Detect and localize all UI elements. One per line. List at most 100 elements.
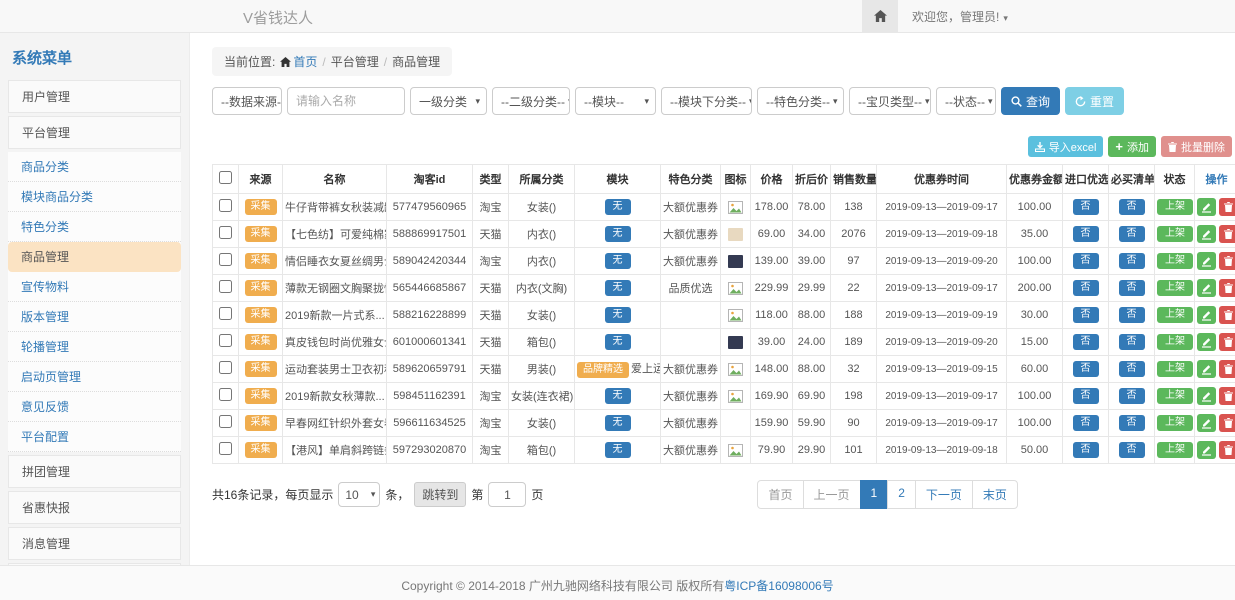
- page-jump-input[interactable]: [488, 482, 526, 507]
- source-cell: 采集: [239, 275, 283, 302]
- filter-select[interactable]: --宝贝类型--▾: [849, 87, 931, 115]
- sidebar-group[interactable]: 用户管理: [8, 80, 181, 113]
- page-button[interactable]: 上一页: [803, 480, 861, 509]
- page-button[interactable]: 下一页: [915, 480, 973, 509]
- filter-select[interactable]: --特色分类--▾: [757, 87, 844, 115]
- edit-button[interactable]: [1197, 414, 1216, 432]
- sidebar-group[interactable]: 平台管理: [8, 116, 181, 149]
- sidebar-item[interactable]: 平台配置: [8, 422, 181, 452]
- edit-button[interactable]: [1197, 441, 1216, 459]
- status-cell: 上架: [1155, 410, 1195, 437]
- delete-button[interactable]: [1219, 279, 1235, 297]
- edit-button[interactable]: [1197, 306, 1216, 324]
- delete-button[interactable]: [1219, 306, 1235, 324]
- filter-select[interactable]: --二级分类--▾: [492, 87, 570, 115]
- sidebar-item[interactable]: 轮播管理: [8, 332, 181, 362]
- sidebar-menu: 用户管理平台管理商品分类模块商品分类特色分类商品管理宣传物料版本管理轮播管理启动…: [8, 80, 181, 565]
- filter-select[interactable]: --模块--▾: [575, 87, 656, 115]
- imported-badge: 否: [1073, 253, 1099, 269]
- edit-button[interactable]: [1197, 279, 1216, 297]
- delete-button[interactable]: [1219, 441, 1235, 459]
- category-cell: 内衣(): [509, 248, 575, 275]
- delete-button[interactable]: [1219, 387, 1235, 405]
- user-menu[interactable]: 欢迎您，管理员!▾: [912, 8, 1008, 25]
- footer: Copyright © 2014-2018 广州九驰网络科技有限公司 版权所有粤…: [0, 565, 1235, 600]
- edit-button[interactable]: [1197, 333, 1216, 351]
- select-all-checkbox[interactable]: [219, 171, 232, 184]
- delete-button[interactable]: [1219, 225, 1235, 243]
- source-cell: 采集: [239, 302, 283, 329]
- delete-button[interactable]: [1219, 414, 1235, 432]
- add-button[interactable]: + 添加: [1108, 136, 1156, 157]
- reset-button[interactable]: 重置: [1065, 87, 1124, 115]
- import-excel-button[interactable]: 导入excel: [1028, 136, 1104, 157]
- delete-button[interactable]: [1219, 360, 1235, 378]
- sidebar-item[interactable]: 版本管理: [8, 302, 181, 332]
- column-header: 所属分类: [509, 165, 575, 194]
- row-checkbox[interactable]: [219, 334, 232, 347]
- delete-button[interactable]: [1219, 333, 1235, 351]
- sidebar-item[interactable]: 启动页管理: [8, 362, 181, 392]
- row-checkbox[interactable]: [219, 199, 232, 212]
- sidebar-item[interactable]: 宣传物料: [8, 272, 181, 302]
- module-cell: 无: [575, 329, 661, 356]
- row-checkbox[interactable]: [219, 253, 232, 266]
- edit-icon: [1201, 364, 1212, 375]
- jump-button[interactable]: 跳转到: [414, 482, 466, 507]
- page-button[interactable]: 末页: [972, 480, 1018, 509]
- row-checkbox[interactable]: [219, 442, 232, 455]
- page-button[interactable]: 首页: [757, 480, 803, 509]
- batch-delete-button[interactable]: 批量删除: [1161, 136, 1232, 157]
- breadcrumb-home-link[interactable]: 首页: [280, 53, 317, 70]
- edit-button[interactable]: [1197, 252, 1216, 270]
- edit-button[interactable]: [1197, 225, 1216, 243]
- sidebar-item[interactable]: 意见反馈: [8, 392, 181, 422]
- sidebar-item[interactable]: 商品分类: [8, 152, 181, 182]
- module-badge: 无: [605, 226, 631, 242]
- sidebar-item[interactable]: 模块商品分类: [8, 182, 181, 212]
- coupon-time-cell: 2019-09-13—2019-09-17: [877, 410, 1007, 437]
- delete-button[interactable]: [1219, 198, 1235, 216]
- actions-bar: 导入excel + 添加 批量删除: [212, 136, 1232, 157]
- page-button[interactable]: 1: [860, 480, 889, 509]
- reset-button-label: 重置: [1090, 93, 1114, 110]
- image-placeholder-icon: [728, 201, 743, 214]
- taoke-id-cell: 601000601341: [387, 329, 473, 356]
- delete-button[interactable]: [1219, 252, 1235, 270]
- page-button[interactable]: 2: [887, 480, 916, 509]
- row-checkbox[interactable]: [219, 307, 232, 320]
- status-badge: 上架: [1157, 388, 1193, 404]
- icon-cell: [721, 410, 751, 437]
- row-checkbox[interactable]: [219, 280, 232, 293]
- row-checkbox[interactable]: [219, 415, 232, 428]
- sidebar-group[interactable]: 省惠快报: [8, 491, 181, 524]
- sidebar-group[interactable]: 消息管理: [8, 527, 181, 560]
- search-input[interactable]: [287, 87, 405, 115]
- edit-button[interactable]: [1197, 198, 1216, 216]
- home-button[interactable]: [862, 0, 898, 32]
- source-badge: 采集: [245, 334, 277, 350]
- row-checkbox[interactable]: [219, 361, 232, 374]
- sidebar-group[interactable]: 拼团管理: [8, 455, 181, 488]
- icp-link[interactable]: 粤ICP备16098006号: [724, 579, 833, 593]
- filter-select[interactable]: 一级分类▾: [410, 87, 487, 115]
- row-checkbox[interactable]: [219, 226, 232, 239]
- module-badge: 无: [605, 280, 631, 296]
- sales-cell: 101: [831, 437, 877, 464]
- filter-select[interactable]: --状态--▾: [936, 87, 996, 115]
- search-button[interactable]: 查询: [1001, 87, 1060, 115]
- filter-select[interactable]: --数据来源--▾: [212, 87, 282, 115]
- sidebar-item[interactable]: 特色分类: [8, 212, 181, 242]
- filter-select[interactable]: --模块下分类--▾: [661, 87, 752, 115]
- per-page-select[interactable]: 10▾: [338, 482, 380, 507]
- edit-button[interactable]: [1197, 387, 1216, 405]
- edit-button[interactable]: [1197, 360, 1216, 378]
- sidebar-item[interactable]: 商品管理: [8, 242, 181, 272]
- main-content: 当前位置: 首页 / 平台管理 / 商品管理 --数据来源--▾一级分类▾--二…: [190, 33, 1235, 565]
- trash-icon: [1224, 283, 1233, 293]
- source-badge: 采集: [245, 388, 277, 404]
- row-checkbox[interactable]: [219, 388, 232, 401]
- taoke-id-cell: 589620659791: [387, 356, 473, 383]
- module-badge: 无: [605, 442, 631, 458]
- column-header: 特色分类: [661, 165, 721, 194]
